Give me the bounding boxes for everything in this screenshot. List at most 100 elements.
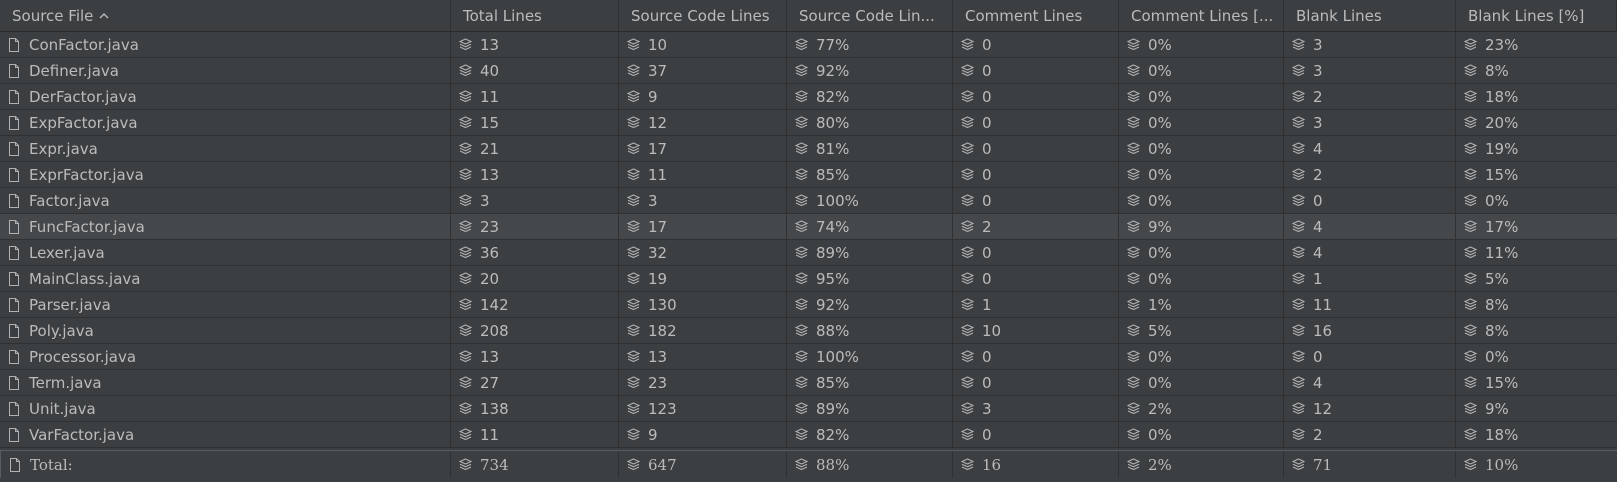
metric-value: 0 xyxy=(982,243,992,262)
file-name: FuncFactor.java xyxy=(29,217,145,236)
metric-cell: 17 xyxy=(619,136,787,161)
metric-cell: 0 xyxy=(953,370,1119,395)
table-row[interactable]: Factor.java 3 3 100% 0 0% 0 0% xyxy=(0,188,1617,214)
table-row[interactable]: Poly.java 208 182 88% 10 5% 16 8% xyxy=(0,318,1617,344)
layers-icon xyxy=(1464,458,1477,471)
layers-icon xyxy=(1127,324,1140,337)
metric-cell: 0% xyxy=(1456,188,1617,213)
table-row[interactable]: Parser.java 142 130 92% 1 1% 11 8% xyxy=(0,292,1617,318)
column-header[interactable]: Blank Lines xyxy=(1284,0,1456,31)
metric-value: 15% xyxy=(1485,165,1519,184)
metric-cell: 18% xyxy=(1456,422,1617,447)
table-row[interactable]: DerFactor.java 11 9 82% 0 0% 2 18% xyxy=(0,84,1617,110)
metric-cell: 88% xyxy=(787,318,953,343)
table-row[interactable]: Unit.java 138 123 89% 3 2% 12 9% xyxy=(0,396,1617,422)
layers-icon xyxy=(1464,220,1477,233)
layers-icon xyxy=(795,246,808,259)
metric-value: 8% xyxy=(1485,295,1509,314)
metric-value: 9 xyxy=(648,425,658,444)
metric-cell: 13 xyxy=(619,344,787,369)
layers-icon xyxy=(1292,350,1305,363)
metric-cell: 3 xyxy=(953,396,1119,421)
layers-icon xyxy=(1127,246,1140,259)
metric-value: 0% xyxy=(1148,347,1172,366)
file-name: MainClass.java xyxy=(29,269,141,288)
layers-icon xyxy=(961,428,974,441)
layers-icon xyxy=(961,350,974,363)
file-icon xyxy=(8,167,20,182)
metric-value: 36 xyxy=(480,243,500,262)
column-header[interactable]: Total Lines xyxy=(451,0,619,31)
column-header-label: Blank Lines [%] xyxy=(1468,6,1585,25)
metric-cell: 0 xyxy=(953,58,1119,83)
file-name-cell: MainClass.java xyxy=(0,266,451,291)
metric-value: 13 xyxy=(648,347,668,366)
file-name-cell: ExpFactor.java xyxy=(0,110,451,135)
table-row[interactable]: Processor.java 13 13 100% 0 0% 0 0% xyxy=(0,344,1617,370)
metric-cell: 0% xyxy=(1119,84,1284,109)
table-row[interactable]: Lexer.java 36 32 89% 0 0% 4 11% xyxy=(0,240,1617,266)
metric-cell: 2 xyxy=(1284,84,1456,109)
metric-value: 0 xyxy=(982,425,992,444)
metric-cell: 4 xyxy=(1284,240,1456,265)
layers-icon xyxy=(795,168,808,181)
metric-cell: 0% xyxy=(1119,188,1284,213)
metric-value: 80% xyxy=(816,113,850,132)
layers-icon xyxy=(459,90,472,103)
metric-value: 0 xyxy=(982,61,992,80)
column-header[interactable]: Blank Lines [%] xyxy=(1456,0,1617,31)
total-value: 2% xyxy=(1148,455,1172,474)
column-header[interactable]: Comment Lines xyxy=(953,0,1119,31)
file-name-cell: Term.java xyxy=(0,370,451,395)
metric-value: 0 xyxy=(982,87,992,106)
metric-value: 4 xyxy=(1313,217,1323,236)
chevron-up-icon[interactable] xyxy=(99,12,109,19)
layers-icon xyxy=(627,38,640,51)
metric-value: 3 xyxy=(1313,113,1323,132)
metric-value: 32 xyxy=(648,243,668,262)
metric-value: 82% xyxy=(816,425,850,444)
metric-value: 138 xyxy=(480,399,509,418)
total-value: 16 xyxy=(982,455,1002,474)
total-row: Total: 734 647 88% 16 2% 71 10% xyxy=(0,450,1617,478)
metric-value: 12 xyxy=(1313,399,1333,418)
metric-cell: 32 xyxy=(619,240,787,265)
total-value: 71 xyxy=(1313,455,1333,474)
file-icon xyxy=(8,323,20,338)
table-row[interactable]: Term.java 27 23 85% 0 0% 4 15% xyxy=(0,370,1617,396)
layers-icon xyxy=(1464,376,1477,389)
metric-value: 3 xyxy=(648,191,658,210)
layers-icon xyxy=(459,376,472,389)
table-row[interactable]: ExpFactor.java 15 12 80% 0 0% 3 20% xyxy=(0,110,1617,136)
metric-cell: 2 xyxy=(953,214,1119,239)
column-header[interactable]: Comment Lines [... xyxy=(1119,0,1284,31)
layers-icon xyxy=(627,64,640,77)
metric-cell: 15% xyxy=(1456,162,1617,187)
column-header[interactable]: Source Code Lines xyxy=(619,0,787,31)
layers-icon xyxy=(1464,428,1477,441)
table-row[interactable]: Definer.java 40 37 92% 0 0% 3 8% xyxy=(0,58,1617,84)
metric-value: 0% xyxy=(1148,425,1172,444)
layers-icon xyxy=(459,142,472,155)
metric-value: 74% xyxy=(816,217,850,236)
metric-cell: 8% xyxy=(1456,318,1617,343)
file-icon xyxy=(8,349,20,364)
table-row[interactable]: MainClass.java 20 19 95% 0 0% 1 5% xyxy=(0,266,1617,292)
table-row[interactable]: VarFactor.java 11 9 82% 0 0% 2 18% xyxy=(0,422,1617,448)
metric-cell: 4 xyxy=(1284,370,1456,395)
table-row[interactable]: ExprFactor.java 13 11 85% 0 0% 2 15% xyxy=(0,162,1617,188)
column-header[interactable]: Source Code Lin... xyxy=(787,0,953,31)
column-header[interactable]: Source File xyxy=(0,0,451,31)
file-name-cell: Parser.java xyxy=(0,292,451,317)
file-name: Poly.java xyxy=(29,321,94,340)
table-row[interactable]: Expr.java 21 17 81% 0 0% 4 19% xyxy=(0,136,1617,162)
metric-value: 9 xyxy=(648,87,658,106)
column-header-label: Total Lines xyxy=(463,6,542,25)
layers-icon xyxy=(961,90,974,103)
metric-value: 0 xyxy=(982,139,992,158)
table-row[interactable]: FuncFactor.java 23 17 74% 2 9% 4 17% xyxy=(0,214,1617,240)
metric-value: 23 xyxy=(648,373,668,392)
table-row[interactable]: ConFactor.java 13 10 77% 0 0% 3 23% xyxy=(0,32,1617,58)
file-name: Definer.java xyxy=(29,61,119,80)
metric-value: 20% xyxy=(1485,113,1519,132)
